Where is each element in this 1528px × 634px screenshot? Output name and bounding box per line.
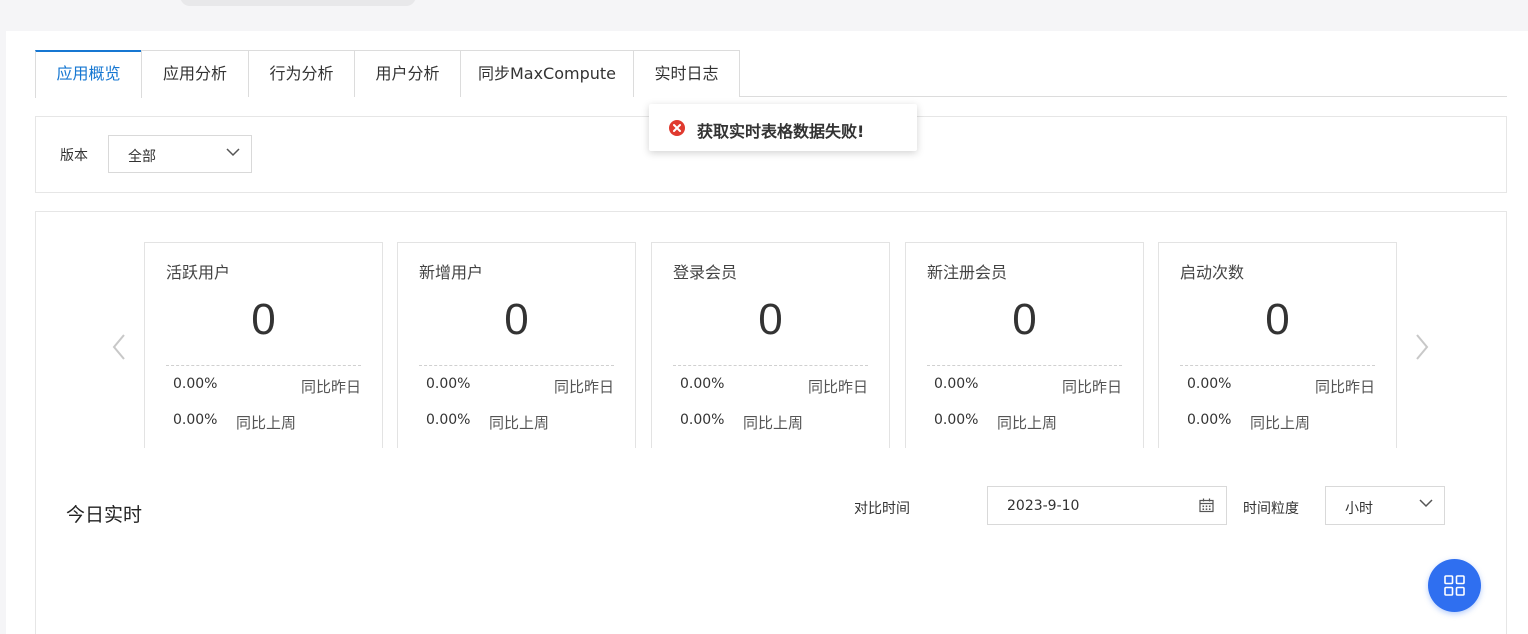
tab-sync-maxcompute[interactable]: 同步MaxCompute xyxy=(460,50,634,97)
divider xyxy=(1180,365,1375,366)
card-yoy-percent: 0.00% xyxy=(173,376,218,392)
card-title: 新注册会员 xyxy=(927,263,1008,282)
card-wow-label: 同比上周 xyxy=(489,414,550,432)
card-wow-percent: 0.00% xyxy=(173,412,218,428)
version-label: 版本 xyxy=(60,148,88,164)
card-value: 0 xyxy=(758,295,783,344)
stat-card-login-members: 登录会员 0 0.00% 同比昨日 0.00% 同比上周 xyxy=(651,242,890,448)
tab-app-overview[interactable]: 应用概览 xyxy=(35,50,142,98)
grid-menu-button[interactable] xyxy=(1428,559,1481,612)
tab-behavior-analysis[interactable]: 行为分析 xyxy=(248,50,355,97)
compare-date-value: 2023-9-10 xyxy=(1007,498,1080,514)
divider xyxy=(673,365,868,366)
card-yoy-percent: 0.00% xyxy=(680,376,725,392)
stat-card-new-users: 新增用户 0 0.00% 同比昨日 0.00% 同比上周 xyxy=(397,242,636,448)
card-wow-label: 同比上周 xyxy=(236,414,297,432)
card-yoy-percent: 0.00% xyxy=(934,376,979,392)
stat-card-new-registered-members: 新注册会员 0 0.00% 同比昨日 0.00% 同比上周 xyxy=(905,242,1144,448)
card-wow-percent: 0.00% xyxy=(934,412,979,428)
compare-date-picker[interactable]: 2023-9-10 xyxy=(987,486,1227,525)
card-yoy-label: 同比昨日 xyxy=(1061,378,1122,396)
tab-realtime-log[interactable]: 实时日志 xyxy=(633,50,740,97)
card-yoy-label: 同比昨日 xyxy=(553,378,614,396)
stat-card-active-users: 活跃用户 0 0.00% 同比昨日 0.00% 同比上周 xyxy=(144,242,383,448)
divider xyxy=(419,365,614,366)
card-wow-percent: 0.00% xyxy=(426,412,471,428)
granularity-select-value: 小时 xyxy=(1345,501,1373,517)
calendar-icon[interactable] xyxy=(1199,498,1214,513)
stats-panel: 活跃用户 0 0.00% 同比昨日 0.00% 同比上周 新增用户 0 0.00… xyxy=(35,211,1507,634)
compare-time-label: 对比时间 xyxy=(854,501,910,517)
tab-app-analysis[interactable]: 应用分析 xyxy=(141,50,249,97)
chevron-down-icon xyxy=(1419,499,1433,508)
card-yoy-percent: 0.00% xyxy=(426,376,471,392)
chevron-right-icon[interactable] xyxy=(1411,332,1431,362)
card-wow-label: 同比上周 xyxy=(997,414,1058,432)
card-wow-percent: 0.00% xyxy=(1187,412,1232,428)
divider xyxy=(927,365,1122,366)
card-title: 登录会员 xyxy=(673,263,738,282)
card-yoy-label: 同比昨日 xyxy=(1314,378,1375,396)
card-wow-label: 同比上周 xyxy=(1250,414,1311,432)
card-yoy-percent: 0.00% xyxy=(1187,376,1232,392)
version-select[interactable]: 全部 xyxy=(108,135,252,173)
card-value: 0 xyxy=(251,295,276,344)
tab-user-analysis[interactable]: 用户分析 xyxy=(354,50,461,97)
card-title: 活跃用户 xyxy=(166,263,231,282)
error-circle-icon xyxy=(669,120,685,136)
stat-card-launch-count: 启动次数 0 0.00% 同比昨日 0.00% 同比上周 xyxy=(1158,242,1397,448)
tab-bar: 应用概览 应用分析 行为分析 用户分析 同步MaxCompute 实时日志 xyxy=(35,50,1507,98)
card-title: 新增用户 xyxy=(419,263,484,282)
error-toast: 获取实时表格数据失败! xyxy=(649,104,917,151)
card-yoy-label: 同比昨日 xyxy=(300,378,361,396)
card-yoy-label: 同比昨日 xyxy=(807,378,868,396)
chevron-left-icon[interactable] xyxy=(110,332,130,362)
top-search-bar-remnant xyxy=(180,0,416,6)
toast-message: 获取实时表格数据失败! xyxy=(697,122,865,141)
granularity-select[interactable]: 小时 xyxy=(1325,486,1445,525)
card-title: 启动次数 xyxy=(1180,263,1245,282)
card-wow-label: 同比上周 xyxy=(743,414,804,432)
divider xyxy=(166,365,361,366)
chevron-down-icon xyxy=(226,148,240,157)
card-value: 0 xyxy=(504,295,529,344)
card-value: 0 xyxy=(1012,295,1037,344)
realtime-section-title: 今日实时 xyxy=(66,504,143,526)
card-value: 0 xyxy=(1265,295,1290,344)
granularity-label: 时间粒度 xyxy=(1243,501,1299,517)
version-select-value: 全部 xyxy=(128,149,156,165)
grid-icon xyxy=(1444,575,1465,596)
card-wow-percent: 0.00% xyxy=(680,412,725,428)
